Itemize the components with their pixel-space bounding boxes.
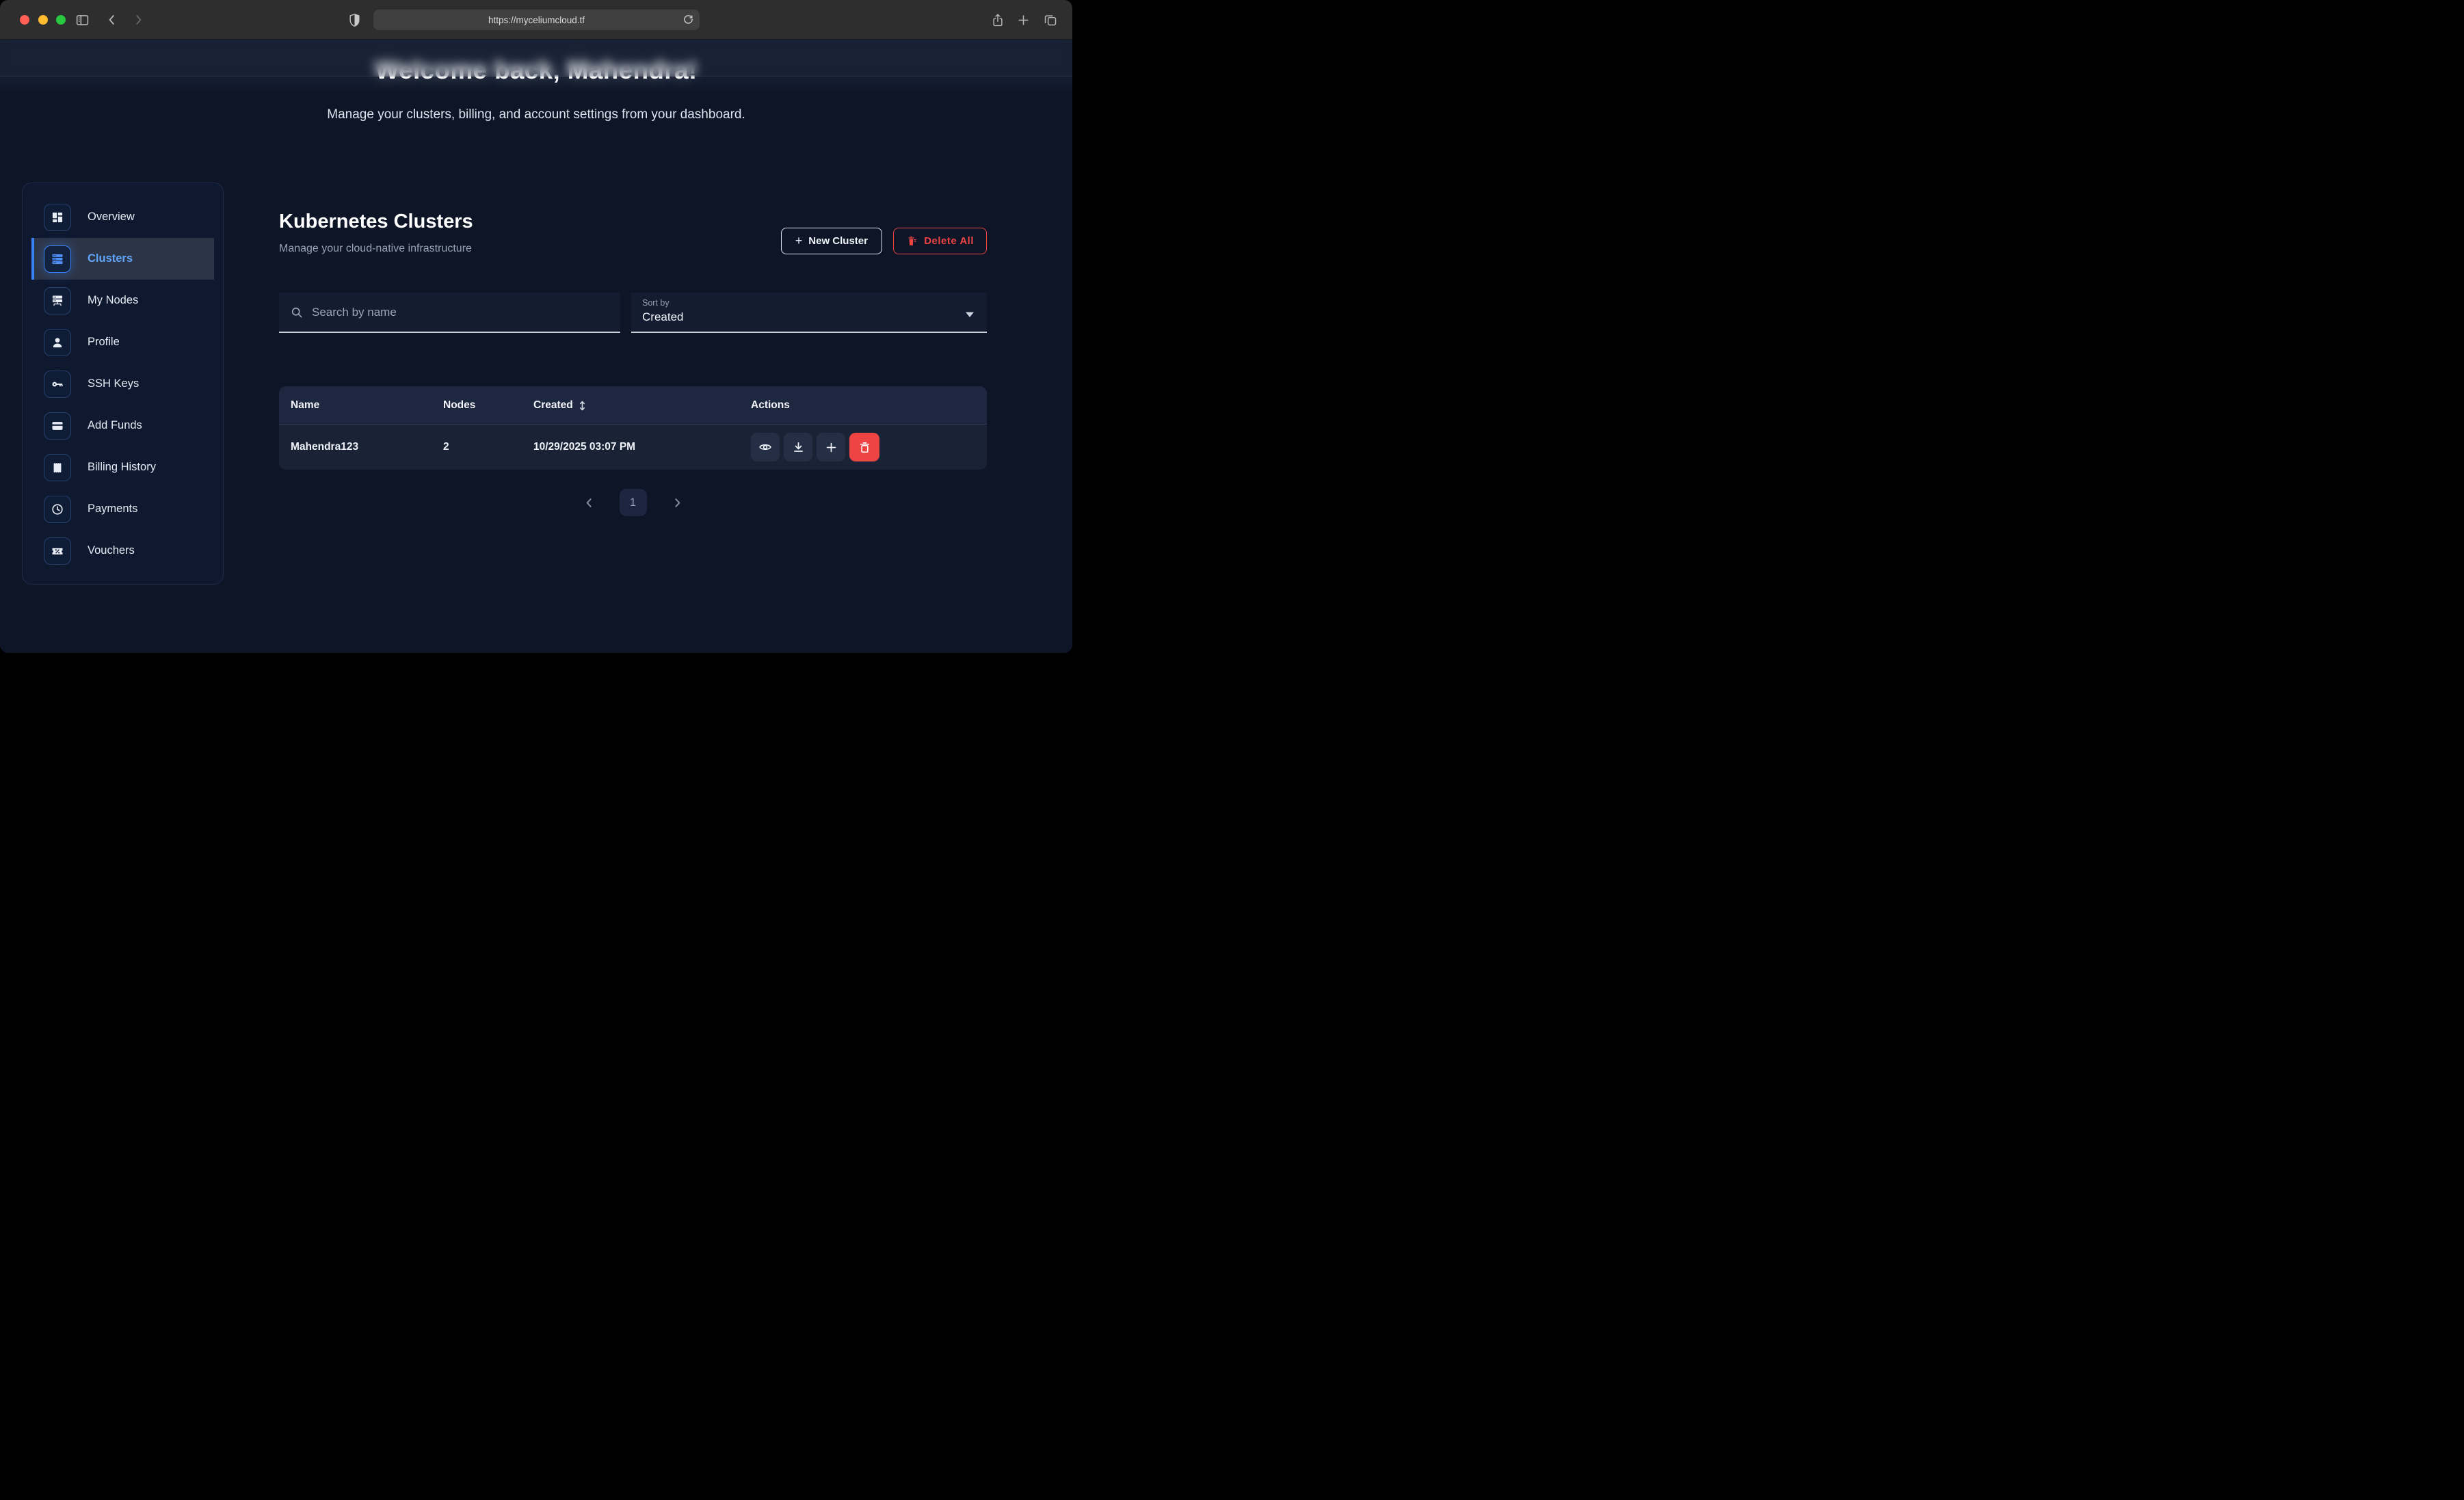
page-content: Welcome back, Mahendra! Manage your clus… bbox=[0, 40, 1072, 653]
sidebar-item-label: Payments bbox=[88, 503, 137, 515]
sidebar-item-label: Clusters bbox=[88, 252, 133, 265]
pagination: 1 bbox=[279, 489, 987, 516]
delete-all-label: Delete All bbox=[924, 235, 974, 247]
column-header-nodes: Nodes bbox=[443, 386, 475, 425]
cluster-name-cell: Mahendra123 bbox=[291, 425, 358, 470]
column-header-created[interactable]: Created bbox=[533, 386, 586, 425]
ticket-icon bbox=[44, 537, 71, 565]
column-header-actions: Actions bbox=[751, 386, 790, 425]
back-button[interactable] bbox=[104, 12, 120, 28]
welcome-subtitle: Manage your clusters, billing, and accou… bbox=[0, 107, 1072, 122]
sort-updown-icon bbox=[579, 400, 586, 412]
search-input[interactable] bbox=[312, 306, 609, 319]
cluster-nodes-cell: 2 bbox=[443, 425, 449, 470]
sidebar-item-profile[interactable]: Profile bbox=[31, 321, 214, 363]
plus-icon bbox=[825, 441, 838, 454]
eye-icon bbox=[758, 440, 772, 454]
new-cluster-label: New Cluster bbox=[808, 235, 868, 247]
sidebar-item-label: SSH Keys bbox=[88, 377, 139, 390]
browser-toolbar: https://myceliumcloud.tf bbox=[0, 0, 1072, 40]
download-kubeconfig-button[interactable] bbox=[784, 433, 812, 461]
sidebar-item-label: Add Funds bbox=[88, 419, 142, 432]
zoom-window-button[interactable] bbox=[56, 15, 66, 25]
sort-value: Created bbox=[642, 310, 976, 324]
server-stack-icon bbox=[44, 245, 71, 273]
search-field[interactable] bbox=[279, 293, 620, 333]
sidebar-item-ssh-keys[interactable]: SSH Keys bbox=[31, 363, 214, 405]
cluster-created-cell: 10/29/2025 03:07 PM bbox=[533, 425, 635, 470]
sidebar-item-label: Overview bbox=[88, 211, 135, 224]
page-subtitle: Manage your cloud-native infrastructure bbox=[279, 243, 472, 255]
sort-dropdown[interactable]: Sort by Created bbox=[631, 293, 987, 333]
trash-icon bbox=[858, 441, 871, 454]
clusters-table: Name Nodes Created Actions Mahendra123 2… bbox=[279, 386, 987, 470]
delete-cluster-button[interactable] bbox=[849, 433, 879, 461]
delete-all-button[interactable]: Delete All bbox=[893, 228, 987, 254]
trash-icon bbox=[906, 235, 918, 247]
sidebar-nav: Overview Clusters bbox=[22, 183, 224, 585]
minimize-window-button[interactable] bbox=[38, 15, 48, 25]
sidebar-item-label: My Nodes bbox=[88, 294, 138, 307]
sidebar-item-billing-history[interactable]: Billing History bbox=[31, 446, 214, 488]
search-icon bbox=[290, 306, 304, 319]
sidebar-item-add-funds[interactable]: Add Funds bbox=[31, 405, 214, 446]
sidebar-item-vouchers[interactable]: Vouchers bbox=[31, 530, 214, 572]
download-icon bbox=[792, 441, 805, 454]
sidebar-item-label: Billing History bbox=[88, 461, 156, 474]
sort-label: Sort by bbox=[642, 298, 976, 308]
page-number[interactable]: 1 bbox=[620, 489, 647, 516]
sidebar-toggle-icon[interactable] bbox=[74, 12, 90, 28]
sidebar-item-payments[interactable]: Payments bbox=[31, 488, 214, 530]
table-row: Mahendra123 2 10/29/2025 03:07 PM bbox=[279, 425, 987, 470]
privacy-shield-icon[interactable] bbox=[346, 12, 362, 28]
next-page-button[interactable] bbox=[672, 497, 683, 509]
page-title: Kubernetes Clusters bbox=[279, 211, 473, 233]
sidebar-item-label: Profile bbox=[88, 336, 120, 349]
sidebar-item-label: Vouchers bbox=[88, 544, 135, 557]
browser-window: https://myceliumcloud.tf Welcome back, M… bbox=[0, 0, 1072, 653]
sidebar-item-my-nodes[interactable]: My Nodes bbox=[31, 280, 214, 321]
receipt-icon bbox=[44, 454, 71, 481]
share-icon[interactable] bbox=[990, 12, 1006, 28]
person-icon bbox=[44, 329, 71, 356]
forward-button[interactable] bbox=[130, 12, 146, 28]
clock-icon bbox=[44, 496, 71, 523]
credit-card-icon bbox=[44, 412, 71, 440]
previous-page-button[interactable] bbox=[583, 497, 595, 509]
sidebar-item-overview[interactable]: Overview bbox=[31, 196, 214, 238]
plus-glyph: + bbox=[795, 234, 803, 248]
chevron-down-icon bbox=[965, 309, 975, 321]
dashboard-grid-icon bbox=[44, 204, 71, 231]
table-header-row: Name Nodes Created Actions bbox=[279, 386, 987, 425]
url-text: https://myceliumcloud.tf bbox=[488, 15, 585, 25]
new-cluster-button[interactable]: + New Cluster bbox=[781, 228, 882, 254]
address-bar[interactable]: https://myceliumcloud.tf bbox=[373, 10, 700, 30]
cluster-actions-cell bbox=[751, 425, 879, 470]
sticky-header-band bbox=[0, 40, 1072, 77]
reload-icon[interactable] bbox=[682, 13, 695, 29]
close-window-button[interactable] bbox=[20, 15, 29, 25]
node-network-icon bbox=[44, 287, 71, 314]
view-cluster-button[interactable] bbox=[751, 433, 780, 461]
key-icon bbox=[44, 371, 71, 398]
new-tab-icon[interactable] bbox=[1015, 12, 1031, 28]
add-node-button[interactable] bbox=[817, 433, 845, 461]
tab-overview-icon[interactable] bbox=[1042, 12, 1059, 28]
column-header-name: Name bbox=[291, 386, 319, 425]
sidebar-item-clusters[interactable]: Clusters bbox=[31, 238, 214, 280]
